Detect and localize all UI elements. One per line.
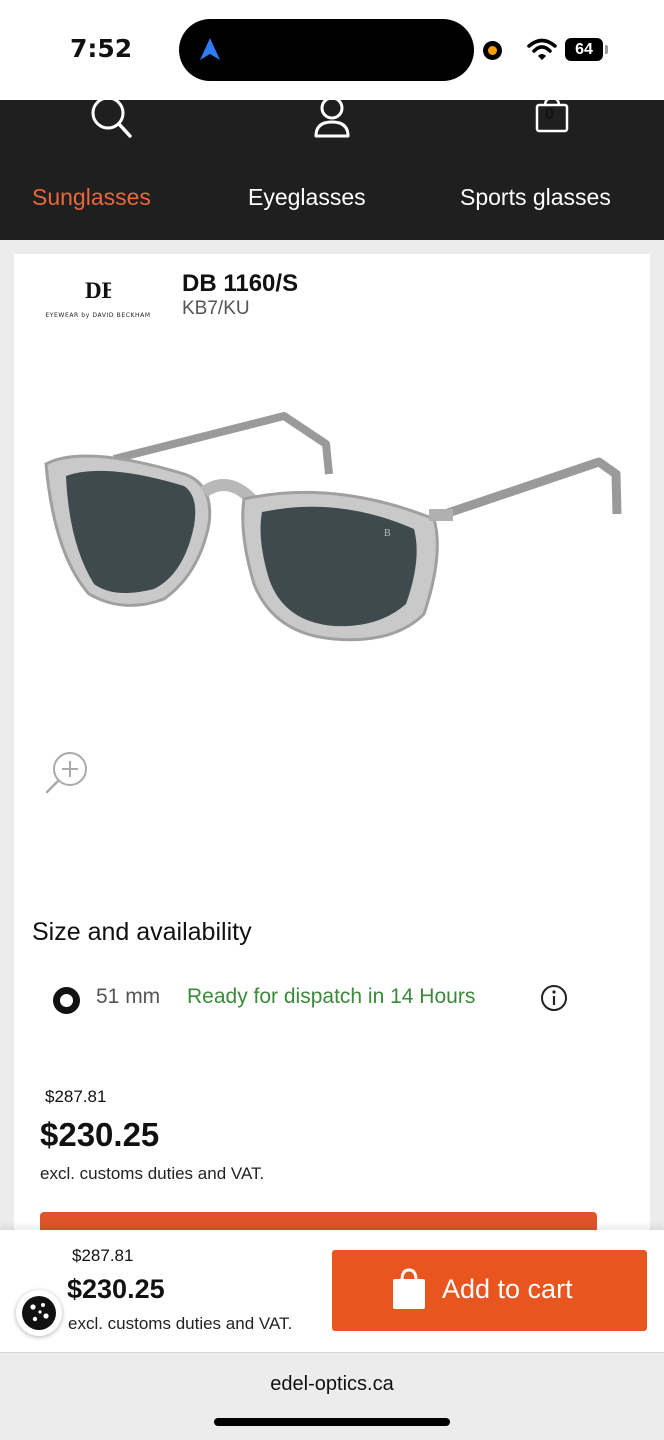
sticky-vat-note: excl. customs duties and VAT. bbox=[68, 1314, 293, 1333]
product-name: DB 1160/S bbox=[182, 270, 299, 297]
product-card: DB EYEWEAR by DAVID BECKHAM DB 1160/S KB… bbox=[14, 254, 650, 1254]
db-monogram-icon: DB bbox=[85, 278, 111, 302]
add-to-cart-label: Add to cart bbox=[442, 1274, 573, 1304]
cookie-settings-button[interactable] bbox=[16, 1290, 62, 1336]
info-icon[interactable] bbox=[540, 984, 568, 1012]
tab-sports-glasses[interactable]: Sports glasses bbox=[460, 184, 611, 211]
battery-icon: 64 bbox=[565, 38, 603, 61]
browser-url-bar: edel-optics.ca bbox=[0, 1352, 664, 1440]
tab-eyeglasses[interactable]: Eyeglasses bbox=[248, 184, 366, 211]
add-to-cart-button[interactable]: Add to cart bbox=[332, 1250, 647, 1331]
search-icon[interactable] bbox=[88, 100, 134, 140]
navigation-arrow-icon bbox=[200, 38, 220, 60]
old-price: $287.81 bbox=[45, 1087, 107, 1106]
sticky-purchase-bar: $287.81 $230.25 excl. customs duties and… bbox=[0, 1230, 664, 1352]
size-availability-heading: Size and availability bbox=[32, 918, 252, 946]
tab-sunglasses[interactable]: Sunglasses bbox=[32, 184, 151, 211]
brand-logo[interactable]: DB EYEWEAR by DAVID BECKHAM bbox=[42, 276, 154, 326]
cart-icon[interactable]: 0 bbox=[534, 96, 570, 134]
svg-text:DB: DB bbox=[85, 278, 111, 302]
wifi-icon bbox=[527, 38, 557, 60]
status-time: 7:52 bbox=[70, 34, 133, 63]
vat-note: excl. customs duties and VAT. bbox=[40, 1164, 265, 1183]
brand-name: EYEWEAR by DAVID BECKHAM bbox=[45, 312, 151, 319]
sticky-old-price: $287.81 bbox=[72, 1246, 134, 1265]
dispatch-status: Ready for dispatch in 14 Hours bbox=[187, 985, 476, 1008]
home-indicator[interactable] bbox=[214, 1418, 450, 1426]
dynamic-island bbox=[179, 19, 474, 81]
status-bar: 7:52 64 bbox=[0, 0, 664, 100]
sticky-price: $230.25 bbox=[67, 1274, 165, 1304]
size-radio[interactable] bbox=[53, 987, 80, 1014]
size-value[interactable]: 51 mm bbox=[96, 985, 160, 1009]
url-text[interactable]: edel-optics.ca bbox=[0, 1373, 664, 1396]
zoom-in-icon[interactable] bbox=[44, 749, 90, 795]
privacy-indicator-icon bbox=[483, 41, 502, 60]
product-code: KB7/KU bbox=[182, 298, 250, 319]
battery-tip bbox=[605, 45, 608, 54]
site-header: 0 Sunglasses Eyeglasses Sports glasses bbox=[0, 96, 664, 240]
sunglasses-product-image[interactable]: B bbox=[44, 404, 624, 654]
cart-count: 0 bbox=[545, 106, 554, 123]
shopping-bag-icon bbox=[393, 1268, 425, 1309]
price: $230.25 bbox=[40, 1116, 160, 1153]
account-icon[interactable] bbox=[312, 100, 352, 140]
svg-text:B: B bbox=[384, 528, 391, 539]
cookie-icon bbox=[22, 1296, 56, 1330]
